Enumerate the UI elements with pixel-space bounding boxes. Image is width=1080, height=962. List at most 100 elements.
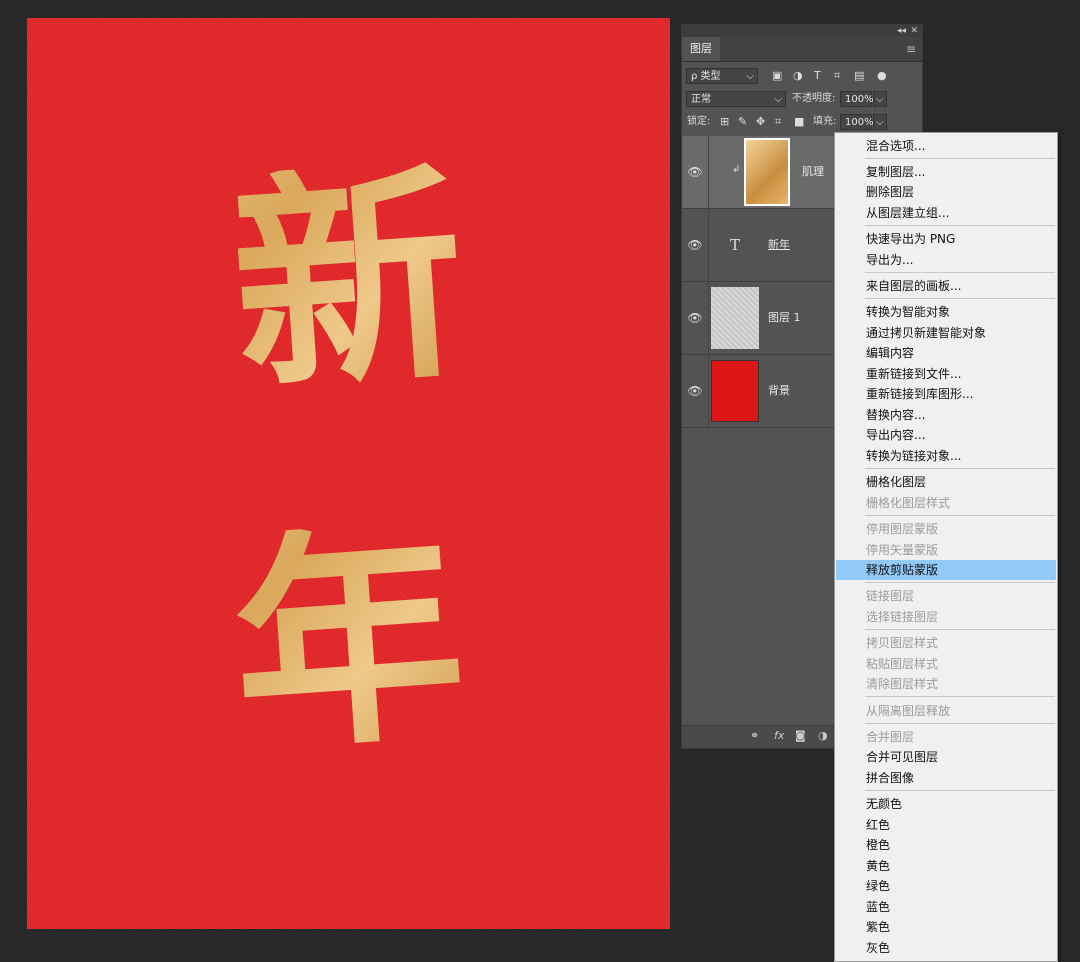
lock-transparent-icon[interactable]: ⊞ [720,114,729,130]
menu-item-export-as[interactable]: 导出为... [836,250,1056,270]
menu-item-artboard-from-layers[interactable]: 来自图层的画板... [836,276,1056,296]
menu-separator [865,468,1055,469]
panel-menu-icon[interactable]: ≡ [906,37,916,61]
menu-item-relink-to-file[interactable]: 重新链接到文件... [836,364,1056,384]
menu-item-convert-to-linked[interactable]: 转换为链接对象... [836,446,1056,466]
blend-row: 正常 ⌵ 不透明度: 100% ⌵ [682,88,924,110]
menu-separator [865,225,1055,226]
menu-item-copy-layer-style: 拷贝图层样式 [866,636,939,650]
blend-mode-label: 正常 [691,94,711,105]
layer-name[interactable]: 肌理 [802,136,824,208]
menu-item-edit-contents[interactable]: 编辑内容 [836,343,1056,363]
filter-kind-label: ρ 类型 [691,71,721,82]
filter-shape-icon[interactable]: ⌗ [834,68,840,84]
layer-name[interactable]: 图层 1 [768,282,801,354]
menu-item-color-orange[interactable]: 橙色 [836,835,1056,855]
fill-chevron-icon[interactable]: ⌵ [873,114,887,130]
layer-context-menu: 混合选项... 复制图层... 删除图层 从图层建立组... 快速导出为 PNG… [834,132,1058,962]
menu-item-rasterize-layer[interactable]: 栅格化图层 [836,472,1056,492]
lock-artboard-icon[interactable]: ⌗ [775,114,781,130]
visibility-eye-icon[interactable]: 👁 [682,136,709,208]
menu-item-export-contents[interactable]: 导出内容... [836,425,1056,445]
menu-item-paste-layer-style: 粘贴图层样式 [866,657,939,671]
menu-separator [865,790,1055,791]
chevron-down-icon: ⌵ [774,94,782,105]
layer-name[interactable]: 新年 [768,209,790,281]
menu-item-clear-layer-style: 清除图层样式 [866,677,939,691]
close-icon[interactable]: ✕ [910,25,918,37]
filter-kind-select[interactable]: ρ 类型 ⌵ [686,68,758,84]
filter-smartobject-icon[interactable]: ▤ [854,68,864,84]
filter-row: ρ 类型 ⌵ ▣ ◑ T ⌗ ▤ ● [682,65,924,87]
menu-item-disable-vector-mask: 停用矢量蒙版 [866,543,939,557]
canvas-char-xin: 新 [27,138,670,423]
panel-tabs: 图层 ≡ [682,37,922,62]
lock-row: 锁定: ⊞ ✎ ✥ ⌗ ■ 填充: 100% ⌵ [682,111,924,133]
menu-item-color-gray[interactable]: 灰色 [836,938,1056,958]
lock-all-icon[interactable]: ■ [794,114,804,130]
menu-separator [865,515,1055,516]
menu-item-replace-contents[interactable]: 替换内容... [836,405,1056,425]
fill-input[interactable]: 100% [840,114,874,130]
menu-separator [865,298,1055,299]
opacity-input[interactable]: 100% [840,91,874,107]
lock-position-icon[interactable]: ✥ [756,114,765,130]
collapse-icon[interactable]: ◂◂ [897,25,906,37]
menu-item-merge-layers: 合并图层 [866,730,915,744]
opacity-label: 不透明度: [792,93,836,104]
tab-layers[interactable]: 图层 [682,37,720,61]
adjustment-layer-icon[interactable]: ◑ [818,729,828,742]
menu-item-group-from-layers[interactable]: 从图层建立组... [836,203,1056,223]
visibility-eye-icon[interactable]: 👁 [682,209,709,281]
canvas-char-nian: 年 [27,498,670,783]
visibility-eye-icon[interactable]: 👁 [682,282,709,354]
menu-item-select-linked-layers: 选择链接图层 [866,610,939,624]
filter-toggle-icon[interactable]: ● [877,68,887,84]
menu-item-color-blue[interactable]: 蓝色 [836,897,1056,917]
menu-item-rasterize-layer-style: 栅格化图层样式 [866,496,951,510]
blend-mode-select[interactable]: 正常 ⌵ [686,91,786,107]
canvas-document[interactable]: 新 年 [27,18,670,929]
menu-item-merge-visible[interactable]: 合并可见图层 [836,747,1056,767]
menu-item-duplicate-layer[interactable]: 复制图层... [836,162,1056,182]
menu-item-new-smart-object-via-copy[interactable]: 通过拷贝新建智能对象 [836,323,1056,343]
menu-separator [865,158,1055,159]
menu-item-color-red[interactable]: 红色 [836,815,1056,835]
opacity-chevron-icon[interactable]: ⌵ [873,91,887,107]
lock-label: 锁定: [687,116,711,127]
menu-item-relink-to-library[interactable]: 重新链接到库图形... [836,384,1056,404]
menu-separator [865,629,1055,630]
menu-item-convert-smart-object[interactable]: 转换为智能对象 [836,302,1056,322]
menu-item-color-green[interactable]: 绿色 [836,876,1056,896]
fx-button[interactable]: fx [774,729,784,742]
menu-item-release-clipping-mask[interactable]: 释放剪贴蒙版 [836,560,1056,580]
lock-paint-icon[interactable]: ✎ [738,114,747,130]
add-mask-icon[interactable]: ◙ [795,729,806,742]
clipping-arrow-icon: ↲ [732,164,741,175]
menu-item-disable-layer-mask: 停用图层蒙版 [866,522,939,536]
layer-name[interactable]: 背景 [768,355,790,427]
layer-thumbnail [711,287,759,349]
menu-item-quick-export-png[interactable]: 快速导出为 PNG [836,229,1056,249]
menu-item-flatten-image[interactable]: 拼合图像 [836,768,1056,788]
filter-pixel-icon[interactable]: ▣ [772,68,782,84]
layer-thumbnail [711,360,759,422]
menu-item-color-yellow[interactable]: 黄色 [836,856,1056,876]
layer-thumbnail [744,138,790,206]
menu-item-link-layers: 链接图层 [866,589,915,603]
fill-label: 填充: [813,116,837,127]
link-layers-icon[interactable]: ⚭ [750,729,759,742]
filter-type-icon[interactable]: T [814,68,821,84]
chevron-down-icon: ⌵ [746,71,754,82]
menu-item-blending-options[interactable]: 混合选项... [836,136,1056,156]
filter-adjustment-icon[interactable]: ◑ [793,68,803,84]
menu-item-color-none[interactable]: 无颜色 [836,794,1056,814]
menu-separator [865,696,1055,697]
menu-separator [865,723,1055,724]
menu-item-delete-layer[interactable]: 删除图层 [836,182,1056,202]
visibility-eye-icon[interactable]: 👁 [682,355,709,427]
menu-item-release-from-isolation: 从隔离图层释放 [866,704,951,718]
menu-separator [865,582,1055,583]
menu-separator [865,272,1055,273]
menu-item-color-violet[interactable]: 紫色 [836,917,1056,937]
